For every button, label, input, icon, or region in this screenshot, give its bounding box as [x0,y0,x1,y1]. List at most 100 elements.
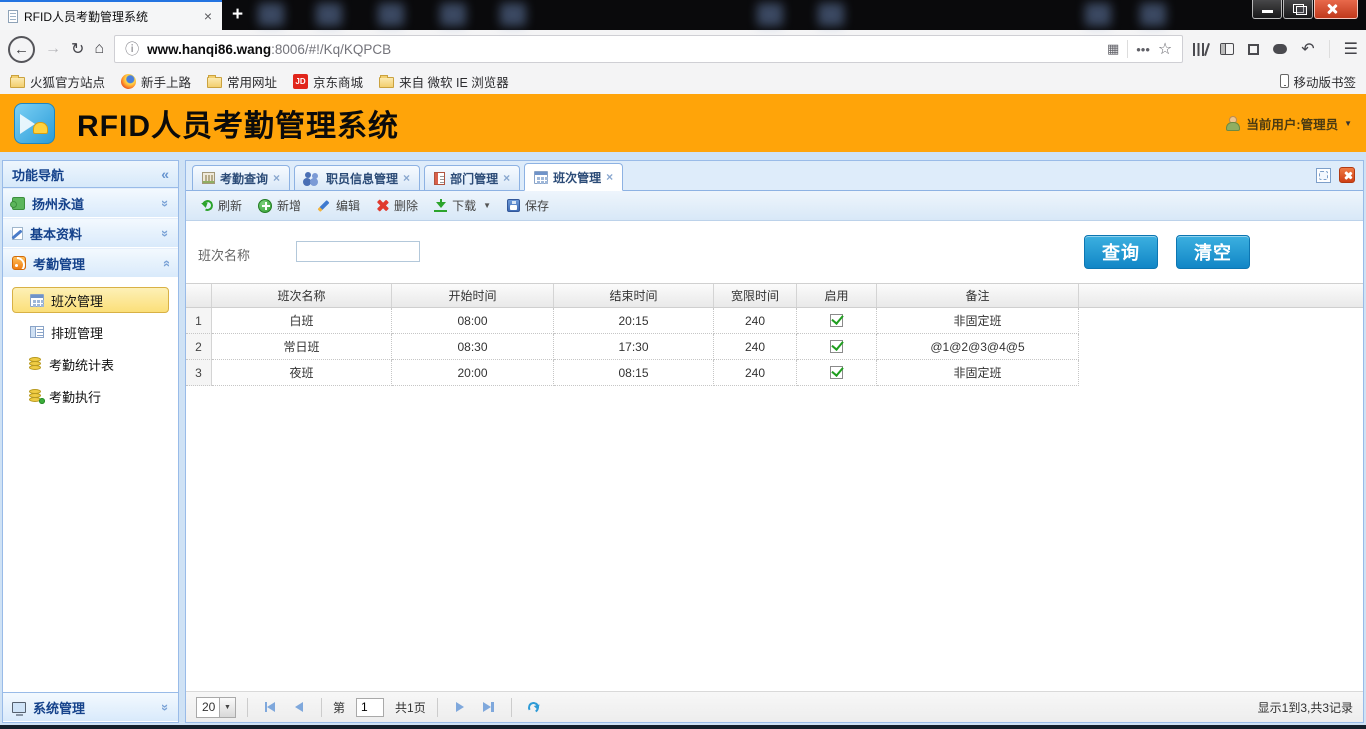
messages-icon[interactable] [1273,44,1287,54]
home-button[interactable]: ⌂ [94,40,104,58]
bookmarks-bar: 火狐官方站点 新手上路 常用网址 JD 京东商城 来自 微软 IE 浏览器 移动… [0,68,1366,94]
column-header[interactable]: 班次名称 [212,284,392,307]
table-row[interactable]: 3 夜班 20:00 08:15 240 非固定班 [186,360,1363,386]
column-header[interactable]: 开始时间 [392,284,554,307]
tab-shift-management[interactable]: 班次管理 × [524,163,623,191]
sidebar-toggle-icon[interactable] [1220,43,1234,55]
sidebar-group-system[interactable]: 系统管理 » [3,692,178,722]
page-size-select[interactable]: 20 ▼ [196,697,236,718]
chevron-double-down-icon: » [158,199,173,206]
close-tab-icon[interactable]: × [503,171,510,185]
sidebar-item-shift-management[interactable]: 班次管理 [12,287,169,313]
column-header-rownum [186,284,212,307]
sidebar-item-label: 考勤统计表 [49,355,114,374]
undo-icon[interactable]: ↶ [1301,39,1314,59]
sidebar-group-yangzhou[interactable]: 扬州永道 » [3,188,178,218]
browser-tab[interactable]: RFID人员考勤管理系统 × [0,0,222,30]
collapse-sidebar-icon[interactable]: « [161,166,169,182]
bookmark-label: 移动版书签 [1293,72,1356,91]
close-tab-icon[interactable]: × [202,8,214,24]
close-window-button[interactable] [1314,0,1358,19]
content-panel: 考勤查询 × 职员信息管理 × 部门管理 × 班次管理 × [185,160,1364,723]
save-button[interactable]: 保存 [499,194,557,218]
fullscreen-icon[interactable] [1316,168,1331,183]
url-path: :8006/#!/Kq/KQPCB [271,42,391,57]
delete-button[interactable]: 删除 [368,194,426,218]
add-button[interactable]: 新增 [250,194,309,218]
chevron-down-icon: ▼ [483,201,491,210]
sidebar-item-label: 排班管理 [51,323,103,342]
current-user[interactable]: 当前用户:管理员 ▼ [1225,114,1352,133]
last-page-button[interactable] [478,697,500,717]
user-icon [1225,116,1240,131]
window-bottom-border [0,725,1366,729]
url-bar[interactable]: ⓘ www.hanqi86.wang:8006/#!/Kq/KQPCB ▦ ••… [114,35,1183,63]
desktop-blur-icon [378,3,404,26]
cell-grace-time: 240 [714,360,797,386]
library-icon[interactable] [1193,43,1206,56]
download-button[interactable]: 下载 ▼ [426,194,499,218]
clear-button[interactable]: 清空 [1176,235,1250,269]
qr-code-icon[interactable]: ▦ [1107,41,1119,57]
sidebar-group-attendance[interactable]: 考勤管理 » [3,248,178,278]
sidebar-item-schedule-management[interactable]: 排班管理 [12,319,169,345]
table-row[interactable]: 1 白班 08:00 20:15 240 非固定班 [186,308,1363,334]
query-button[interactable]: 查询 [1084,235,1158,269]
sidebar-item-attendance-stats[interactable]: 考勤统计表 [12,351,169,377]
row-number: 3 [186,360,212,386]
sidebar-submenu: 班次管理 排班管理 考勤统计表 考勤执行 [3,278,178,692]
bookmark-item[interactable]: 来自 微软 IE 浏览器 [379,72,509,91]
minimize-button[interactable] [1252,0,1282,19]
bookmark-mobile[interactable]: 移动版书签 [1280,72,1356,91]
forward-button[interactable]: → [45,40,61,58]
checkbox-checked-icon [830,366,843,379]
tab-department[interactable]: 部门管理 × [424,165,520,190]
bookmark-item[interactable]: 火狐官方站点 [10,72,105,91]
page-size-value: 20 [197,698,219,717]
shift-name-input[interactable] [296,241,420,262]
edit-button[interactable]: 编辑 [309,194,368,218]
bookmark-star-icon[interactable]: ☆ [1158,39,1172,59]
bookmark-item[interactable]: JD 京东商城 [293,72,363,91]
column-header[interactable]: 备注 [877,284,1079,307]
next-page-button[interactable] [449,697,471,717]
pencil-icon [317,199,331,213]
sidebar-group-label: 扬州永道 [32,194,84,213]
column-header[interactable]: 结束时间 [554,284,714,307]
button-label: 刷新 [218,197,242,214]
restore-button[interactable] [1283,0,1313,19]
first-page-button[interactable] [259,697,281,717]
column-header[interactable]: 宽限时间 [714,284,797,307]
tab-attendance-query[interactable]: 考勤查询 × [192,165,290,190]
new-tab-button[interactable]: + [232,4,243,26]
sidebar-header: 功能导航 « [3,161,178,188]
jd-icon: JD [293,74,308,89]
favicon [8,10,18,23]
reload-grid-button[interactable] [523,697,545,717]
chevron-double-down-icon: » [158,703,173,710]
back-button[interactable]: ← [8,36,35,63]
close-tab-icon[interactable]: × [606,170,613,184]
page-actions-icon[interactable]: ••• [1136,42,1150,57]
refresh-button[interactable]: 刷新 [194,194,250,218]
tab-staff-info[interactable]: 职员信息管理 × [294,165,420,190]
sidebar-item-attendance-execute[interactable]: 考勤执行 [12,383,169,409]
table-row[interactable]: 2 常日班 08:30 17:30 240 @1@2@3@4@5 [186,334,1363,360]
site-info-icon[interactable]: ⓘ [125,39,139,59]
reload-button[interactable]: ↻ [71,39,84,59]
sidebar-group-basic-data[interactable]: 基本资料 » [3,218,178,248]
triangle-right-icon [483,702,491,712]
url-text[interactable]: www.hanqi86.wang:8006/#!/Kq/KQPCB [147,42,1099,57]
desktop-blur-icon [1140,3,1166,26]
chevron-down-icon[interactable]: ▼ [219,698,235,717]
column-header[interactable]: 启用 [797,284,877,307]
close-tab-icon[interactable]: × [273,171,280,185]
bookmark-item[interactable]: 新手上路 [121,72,191,91]
close-panel-icon[interactable] [1339,167,1355,183]
menu-icon[interactable]: ☰ [1344,39,1358,59]
close-tab-icon[interactable]: × [403,171,410,185]
screenshot-icon[interactable] [1248,44,1259,55]
prev-page-button[interactable] [288,697,310,717]
page-number-input[interactable] [356,698,384,717]
bookmark-item[interactable]: 常用网址 [207,72,277,91]
